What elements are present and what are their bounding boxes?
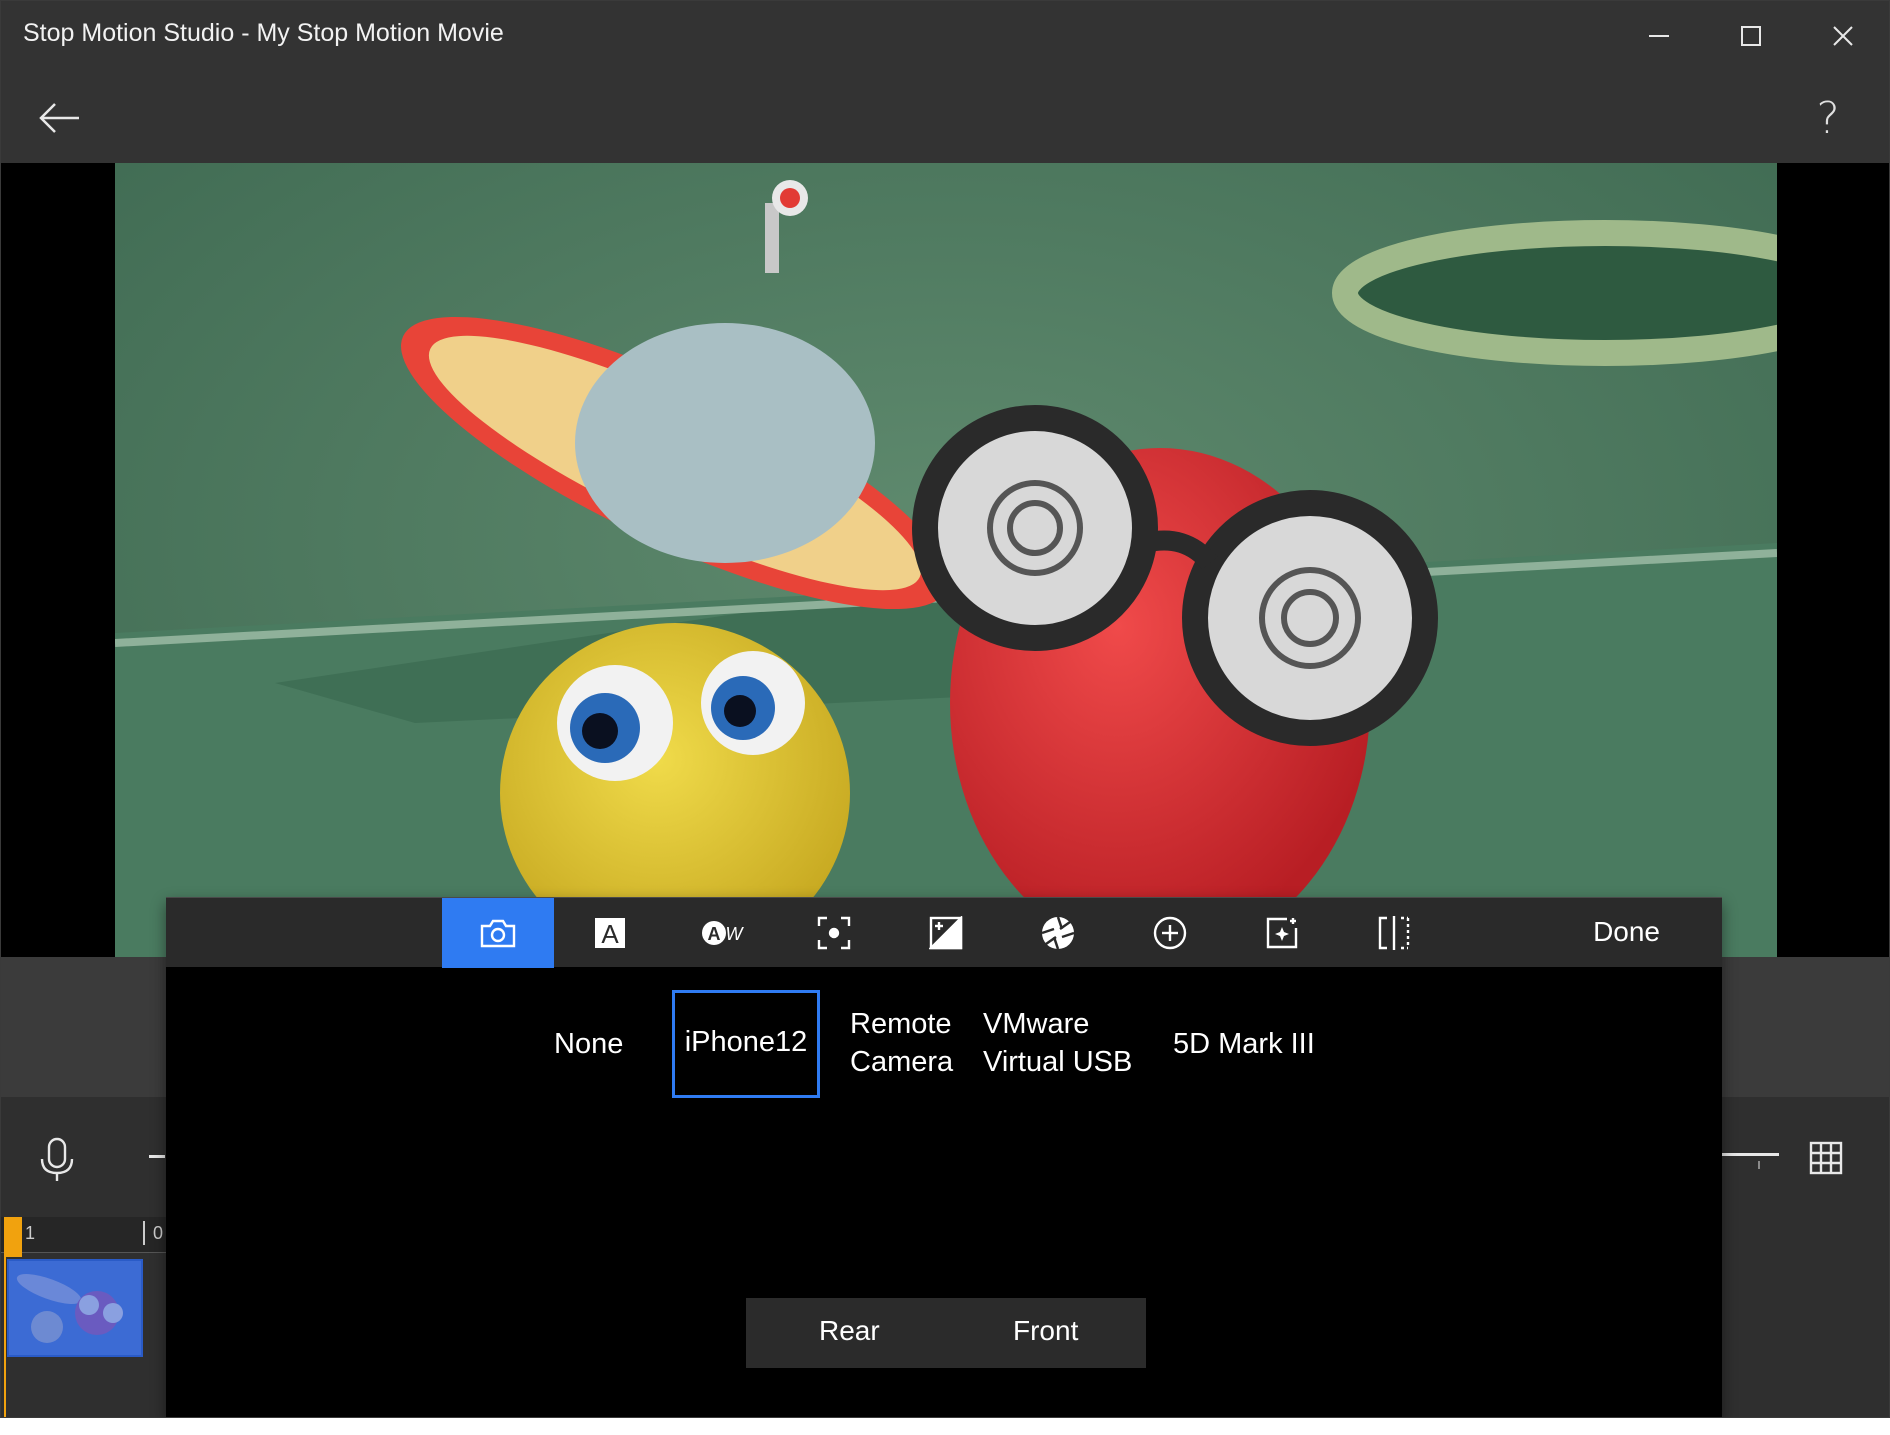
- help-button[interactable]: ?: [1803, 91, 1853, 147]
- exposure-tool[interactable]: [890, 898, 1002, 968]
- playhead-handle[interactable]: [4, 1217, 22, 1257]
- back-arrow-icon: [39, 103, 79, 133]
- zoom-slider-tick: [1758, 1161, 1760, 1169]
- frame-number-1: 1: [25, 1223, 36, 1243]
- device-option-remote-camera[interactable]: Remote Camera: [850, 1005, 953, 1081]
- minimize-icon: [1649, 35, 1669, 37]
- window-title: Stop Motion Studio - My Stop Motion Movi…: [23, 19, 504, 47]
- close-button[interactable]: [1797, 1, 1889, 71]
- app-bar: ?: [1, 71, 1889, 163]
- mirror-tool[interactable]: [1338, 898, 1450, 968]
- svg-text:A: A: [708, 924, 721, 944]
- camera-source-tool[interactable]: [442, 898, 554, 968]
- effects-icon: [1266, 917, 1298, 949]
- vmware-line2: Virtual USB: [983, 1046, 1133, 1078]
- remote-camera-line2: Camera: [850, 1046, 954, 1078]
- white-balance-tool[interactable]: A W: [666, 898, 778, 968]
- done-button[interactable]: Done: [1593, 916, 1660, 948]
- maximize-button[interactable]: [1705, 1, 1797, 71]
- maximize-icon: [1741, 26, 1761, 46]
- frame-thumbnail-image: [9, 1261, 141, 1355]
- zoom-slider[interactable]: [1719, 1153, 1779, 1156]
- camera-facing-switch: Rear Front: [746, 1298, 1146, 1368]
- device-option-vmware-usb[interactable]: VMware Virtual USB: [983, 1005, 1132, 1081]
- ruler-mark: [143, 1221, 145, 1245]
- frame-number-2: 0: [153, 1223, 164, 1243]
- zoom-tool[interactable]: [1114, 898, 1226, 968]
- microphone-button[interactable]: [37, 1137, 77, 1188]
- svg-text:W: W: [726, 924, 745, 944]
- aperture-icon: [1041, 916, 1075, 950]
- effects-tool[interactable]: [1226, 898, 1338, 968]
- camera-icon: [480, 919, 516, 948]
- camera-preview-area: [1, 163, 1889, 1098]
- svg-text:A: A: [601, 919, 619, 949]
- minimize-button[interactable]: [1613, 1, 1705, 71]
- device-option-none[interactable]: None: [554, 1025, 623, 1063]
- auto-focus-tool[interactable]: A: [554, 898, 666, 968]
- capture-settings-panel: A A W Done None iPhone12 Remote Camera V…: [166, 897, 1722, 1417]
- device-option-5d-mark-iii[interactable]: 5D Mark III: [1173, 1025, 1315, 1063]
- zoom-icon: [1153, 916, 1187, 950]
- timeline-indicator: [149, 1155, 165, 1158]
- capture-toolbar: A A W Done: [166, 897, 1722, 968]
- frame-timeline[interactable]: 1 0: [1, 1217, 171, 1417]
- vmware-line1: VMware: [983, 1008, 1090, 1040]
- title-bar: Stop Motion Studio - My Stop Motion Movi…: [1, 1, 1889, 71]
- auto-focus-icon: A: [595, 918, 625, 949]
- frame-ruler: 1 0: [1, 1217, 171, 1253]
- remote-camera-line1: Remote: [850, 1008, 952, 1040]
- grid-button[interactable]: [1809, 1141, 1843, 1180]
- auto-white-balance-icon: A W: [702, 921, 745, 945]
- exposure-icon: [929, 916, 963, 950]
- app-window: Stop Motion Studio - My Stop Motion Movi…: [0, 0, 1890, 1418]
- focus-point-icon: [817, 916, 851, 950]
- device-option-iphone12-label: iPhone12: [684, 1026, 808, 1058]
- mirror-icon: [1378, 916, 1410, 950]
- frame-thumbnail[interactable]: [7, 1259, 143, 1357]
- close-icon: [1833, 26, 1853, 46]
- grid-icon: [1809, 1141, 1843, 1175]
- device-option-iphone12[interactable]: iPhone12: [672, 990, 820, 1098]
- microphone-icon: [40, 1137, 74, 1181]
- back-button[interactable]: [29, 93, 89, 143]
- playhead-line: [4, 1217, 6, 1417]
- front-camera-option[interactable]: Front: [1013, 1315, 1078, 1347]
- focus-point-tool[interactable]: [778, 898, 890, 968]
- aperture-tool[interactable]: [1002, 898, 1114, 968]
- rear-camera-option[interactable]: Rear: [819, 1315, 880, 1347]
